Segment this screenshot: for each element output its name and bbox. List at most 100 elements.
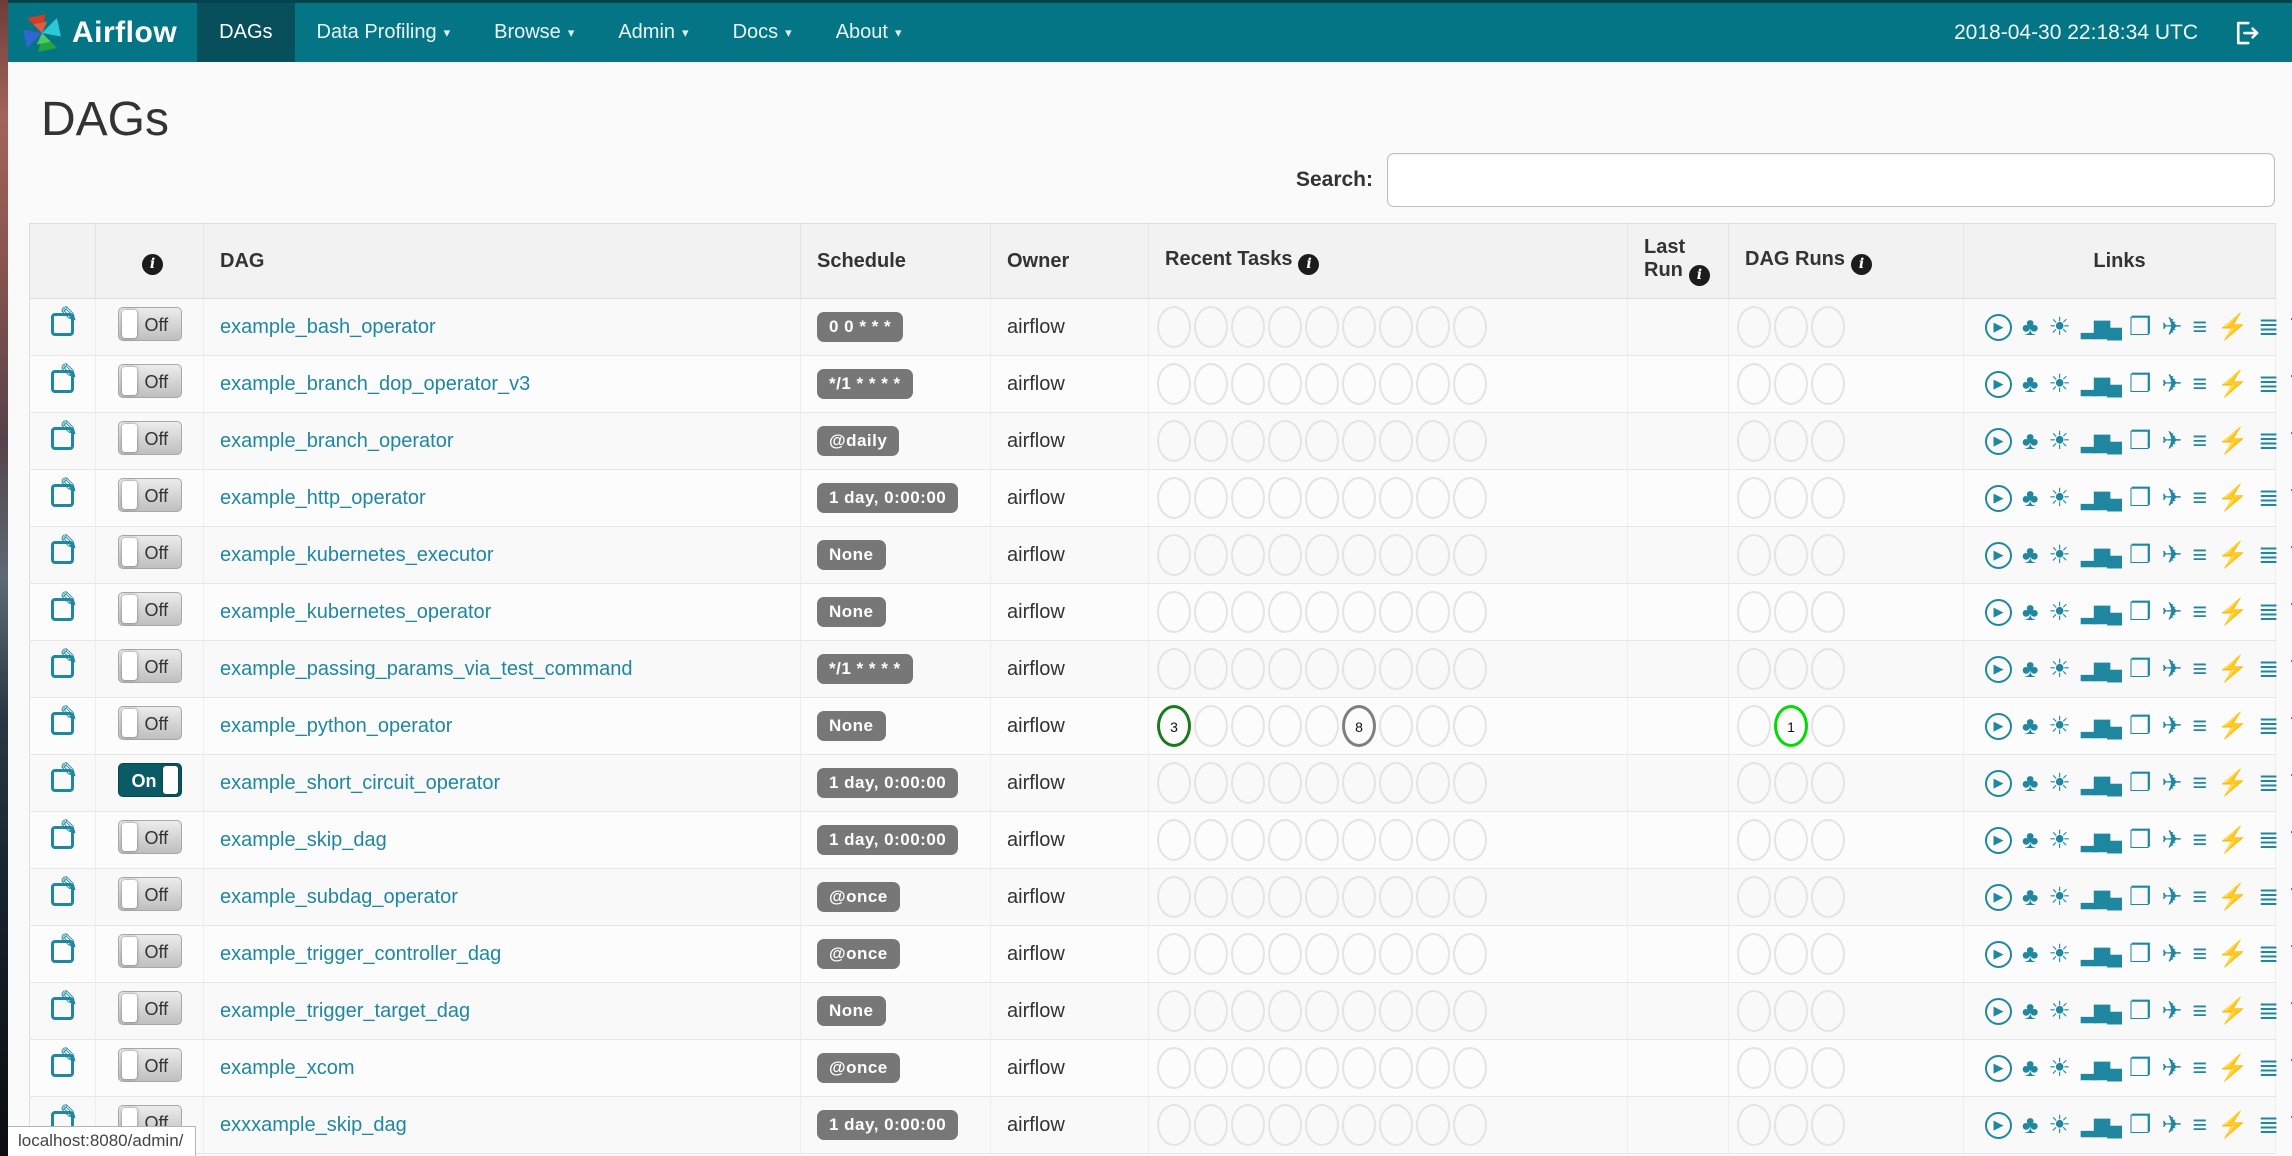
- edit-dag-icon[interactable]: ✎: [51, 816, 78, 849]
- graph-view-icon[interactable]: ☀: [2048, 1112, 2070, 1138]
- dag-link[interactable]: example_short_circuit_operator: [220, 772, 500, 794]
- code-icon[interactable]: ⚡: [2217, 770, 2248, 796]
- tree-view-icon[interactable]: ♣: [2022, 599, 2038, 625]
- dag-details-icon[interactable]: ≣: [2258, 542, 2279, 568]
- task-tries-icon[interactable]: ❐: [2129, 656, 2151, 682]
- dag-pause-toggle[interactable]: Off: [117, 535, 182, 569]
- trigger-dag-icon[interactable]: ▶: [1985, 940, 2012, 968]
- nav-item-docs[interactable]: Docs ▾: [711, 3, 814, 62]
- landing-times-icon[interactable]: ✈: [2161, 770, 2182, 796]
- dag-details-icon[interactable]: ≣: [2258, 998, 2279, 1024]
- landing-times-icon[interactable]: ✈: [2161, 599, 2182, 625]
- code-icon[interactable]: ⚡: [2217, 656, 2248, 682]
- task-tries-icon[interactable]: ❐: [2129, 884, 2151, 910]
- task-tries-icon[interactable]: ❐: [2129, 599, 2151, 625]
- graph-view-icon[interactable]: ☀: [2048, 941, 2070, 967]
- task-duration-icon[interactable]: ▂▆▄: [2081, 830, 2122, 851]
- code-icon[interactable]: ⚡: [2217, 371, 2248, 397]
- dag-link[interactable]: example_subdag_operator: [220, 886, 458, 908]
- gantt-icon[interactable]: ≡: [2192, 656, 2207, 682]
- dag-link[interactable]: example_trigger_target_dag: [220, 1000, 470, 1022]
- task-duration-icon[interactable]: ▂▆▄: [2081, 887, 2122, 908]
- task-duration-icon[interactable]: ▂▆▄: [2081, 374, 2122, 395]
- tree-view-icon[interactable]: ♣: [2022, 371, 2038, 397]
- dag-pause-toggle[interactable]: Off: [117, 364, 182, 398]
- code-icon[interactable]: ⚡: [2217, 542, 2248, 568]
- task-duration-icon[interactable]: ▂▆▄: [2081, 317, 2122, 338]
- trigger-dag-icon[interactable]: ▶: [1985, 313, 2012, 341]
- gantt-icon[interactable]: ≡: [2192, 713, 2207, 739]
- tree-view-icon[interactable]: ♣: [2022, 770, 2038, 796]
- dag-pause-toggle[interactable]: On: [117, 763, 182, 797]
- dag-link[interactable]: example_bash_operator: [220, 316, 436, 338]
- nav-item-browse[interactable]: Browse ▾: [472, 3, 596, 62]
- graph-view-icon[interactable]: ☀: [2048, 371, 2070, 397]
- task-duration-icon[interactable]: ▂▆▄: [2081, 488, 2122, 509]
- code-icon[interactable]: ⚡: [2217, 941, 2248, 967]
- dag-link[interactable]: example_http_operator: [220, 487, 426, 509]
- trigger-dag-icon[interactable]: ▶: [1985, 484, 2012, 512]
- dag-details-icon[interactable]: ≣: [2258, 656, 2279, 682]
- dag-link[interactable]: example_python_operator: [220, 715, 452, 737]
- landing-times-icon[interactable]: ✈: [2161, 827, 2182, 853]
- landing-times-icon[interactable]: ✈: [2161, 656, 2182, 682]
- tree-view-icon[interactable]: ♣: [2022, 827, 2038, 853]
- code-icon[interactable]: ⚡: [2217, 1112, 2248, 1138]
- code-icon[interactable]: ⚡: [2217, 599, 2248, 625]
- task-state-circle-queued[interactable]: 8: [1342, 705, 1376, 747]
- trigger-dag-icon[interactable]: ▶: [1985, 997, 2012, 1025]
- logout-icon[interactable]: [2232, 18, 2262, 48]
- task-duration-icon[interactable]: ▂▆▄: [2081, 659, 2122, 680]
- tree-view-icon[interactable]: ♣: [2022, 428, 2038, 454]
- dag-details-icon[interactable]: ≣: [2258, 485, 2279, 511]
- trigger-dag-icon[interactable]: ▶: [1985, 769, 2012, 797]
- dag-link[interactable]: example_branch_dop_operator_v3: [220, 373, 530, 395]
- code-icon[interactable]: ⚡: [2217, 884, 2248, 910]
- nav-item-data-profiling[interactable]: Data Profiling ▾: [295, 3, 473, 62]
- landing-times-icon[interactable]: ✈: [2161, 1055, 2182, 1081]
- task-tries-icon[interactable]: ❐: [2129, 941, 2151, 967]
- gantt-icon[interactable]: ≡: [2192, 770, 2207, 796]
- task-tries-icon[interactable]: ❐: [2129, 713, 2151, 739]
- graph-view-icon[interactable]: ☀: [2048, 884, 2070, 910]
- landing-times-icon[interactable]: ✈: [2161, 485, 2182, 511]
- dag-link[interactable]: exxxample_skip_dag: [220, 1114, 407, 1136]
- dag-pause-toggle[interactable]: Off: [117, 307, 182, 341]
- trigger-dag-icon[interactable]: ▶: [1985, 712, 2012, 740]
- dag-details-icon[interactable]: ≣: [2258, 941, 2279, 967]
- gantt-icon[interactable]: ≡: [2192, 542, 2207, 568]
- task-duration-icon[interactable]: ▂▆▄: [2081, 716, 2122, 737]
- task-state-circle-success[interactable]: 3: [1157, 705, 1191, 747]
- graph-view-icon[interactable]: ☀: [2048, 314, 2070, 340]
- code-icon[interactable]: ⚡: [2217, 827, 2248, 853]
- tree-view-icon[interactable]: ♣: [2022, 1055, 2038, 1081]
- gantt-icon[interactable]: ≡: [2192, 998, 2207, 1024]
- dag-link[interactable]: example_kubernetes_executor: [220, 544, 494, 566]
- edit-dag-icon[interactable]: ✎: [51, 1044, 78, 1077]
- task-tries-icon[interactable]: ❐: [2129, 1055, 2151, 1081]
- task-tries-icon[interactable]: ❐: [2129, 314, 2151, 340]
- landing-times-icon[interactable]: ✈: [2161, 542, 2182, 568]
- landing-times-icon[interactable]: ✈: [2161, 428, 2182, 454]
- dag-details-icon[interactable]: ≣: [2258, 371, 2279, 397]
- landing-times-icon[interactable]: ✈: [2161, 314, 2182, 340]
- gantt-icon[interactable]: ≡: [2192, 485, 2207, 511]
- trigger-dag-icon[interactable]: ▶: [1985, 541, 2012, 569]
- search-input[interactable]: [1387, 153, 2275, 207]
- dag-link[interactable]: example_branch_operator: [220, 430, 454, 452]
- edit-dag-icon[interactable]: ✎: [51, 930, 78, 963]
- dag-pause-toggle[interactable]: Off: [117, 706, 182, 740]
- code-icon[interactable]: ⚡: [2217, 428, 2248, 454]
- gantt-icon[interactable]: ≡: [2192, 941, 2207, 967]
- dag-details-icon[interactable]: ≣: [2258, 713, 2279, 739]
- edit-dag-icon[interactable]: ✎: [51, 417, 78, 450]
- dag-details-icon[interactable]: ≣: [2258, 1112, 2279, 1138]
- dag-details-icon[interactable]: ≣: [2258, 314, 2279, 340]
- gantt-icon[interactable]: ≡: [2192, 599, 2207, 625]
- dag-details-icon[interactable]: ≣: [2258, 827, 2279, 853]
- graph-view-icon[interactable]: ☀: [2048, 485, 2070, 511]
- graph-view-icon[interactable]: ☀: [2048, 713, 2070, 739]
- gantt-icon[interactable]: ≡: [2192, 1055, 2207, 1081]
- tree-view-icon[interactable]: ♣: [2022, 485, 2038, 511]
- task-duration-icon[interactable]: ▂▆▄: [2081, 773, 2122, 794]
